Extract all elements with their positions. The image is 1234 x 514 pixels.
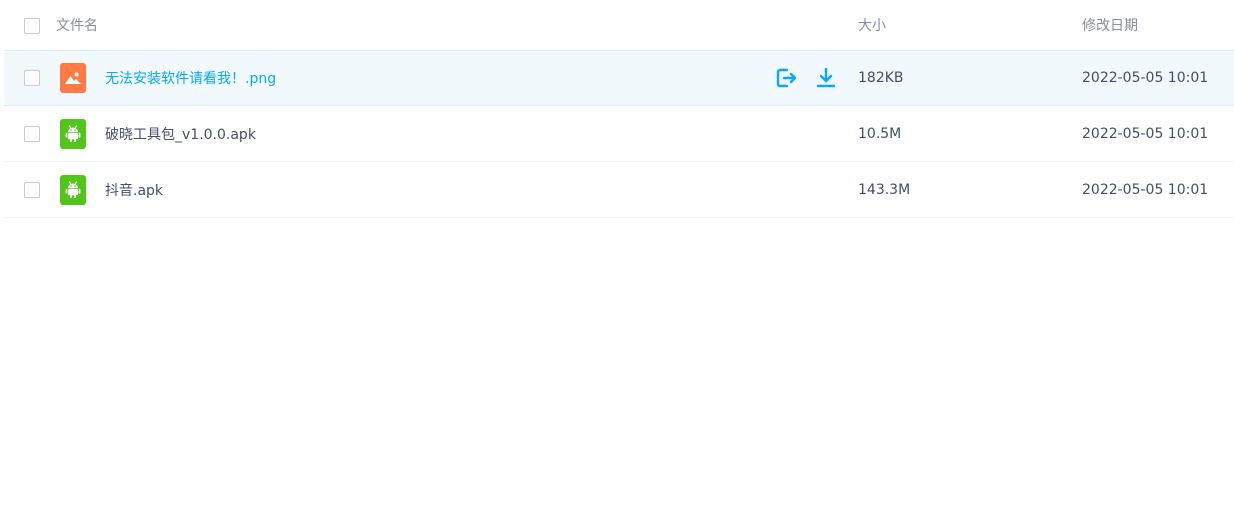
file-row[interactable]: 抖音.apk 143.3M 2022-05-05 10:01	[4, 162, 1234, 218]
select-all-checkbox[interactable]	[24, 18, 40, 34]
file-name-cell[interactable]: 破晓工具包_v1.0.0.apk	[56, 106, 256, 161]
file-row-checkbox[interactable]	[24, 181, 40, 198]
file-size-cell: 143.3M	[858, 162, 910, 217]
file-modified-date: 2022-05-05 10:01	[1082, 125, 1209, 142]
file-size-cell: 182KB	[858, 51, 904, 105]
file-row-checkbox[interactable]	[24, 125, 40, 142]
column-header-name[interactable]: 文件名	[56, 0, 98, 50]
file-name[interactable]: 无法安装软件请看我！.png	[105, 68, 276, 88]
file-name-cell[interactable]: 抖音.apk	[56, 162, 163, 217]
file-list: 文件名 大小 修改日期 无法安装软件请看我！.png 182KB 2022-05…	[4, 0, 1234, 218]
file-modified-date: 2022-05-05 10:01	[1082, 70, 1209, 86]
file-row-checkbox[interactable]	[24, 70, 40, 86]
file-size: 10.5M	[858, 125, 902, 142]
file-row[interactable]: 无法安装软件请看我！.png 182KB 2022-05-05 10:01	[4, 50, 1234, 106]
download-icon	[816, 67, 836, 88]
file-name[interactable]: 破晓工具包_v1.0.0.apk	[105, 124, 256, 144]
share-icon	[776, 68, 797, 88]
column-header-size[interactable]: 大小	[858, 0, 886, 50]
file-date-cell: 2022-05-05 10:01	[1082, 106, 1208, 161]
image-file-icon	[60, 63, 86, 93]
file-date-cell: 2022-05-05 10:01	[1082, 51, 1208, 105]
file-date-cell: 2022-05-05 10:01	[1082, 162, 1208, 217]
file-modified-date: 2022-05-05 10:01	[1082, 181, 1209, 198]
column-header-size-label: 大小	[858, 18, 886, 34]
file-name-cell[interactable]: 无法安装软件请看我！.png	[56, 51, 276, 105]
download-button[interactable]	[814, 66, 838, 90]
file-row-actions	[774, 51, 838, 105]
share-button[interactable]	[774, 66, 798, 90]
column-header-date-label: 修改日期	[1082, 18, 1138, 34]
file-size: 143.3M	[858, 181, 911, 198]
file-list-header: 文件名 大小 修改日期	[4, 0, 1234, 51]
file-name[interactable]: 抖音.apk	[105, 180, 163, 200]
file-size: 182KB	[858, 70, 904, 86]
android-apk-icon	[60, 118, 86, 149]
column-header-name-label: 文件名	[56, 18, 98, 34]
column-header-date[interactable]: 修改日期	[1082, 0, 1138, 50]
android-apk-icon	[60, 174, 86, 205]
file-size-cell: 10.5M	[858, 106, 901, 161]
file-row[interactable]: 破晓工具包_v1.0.0.apk 10.5M 2022-05-05 10:01	[4, 106, 1234, 162]
